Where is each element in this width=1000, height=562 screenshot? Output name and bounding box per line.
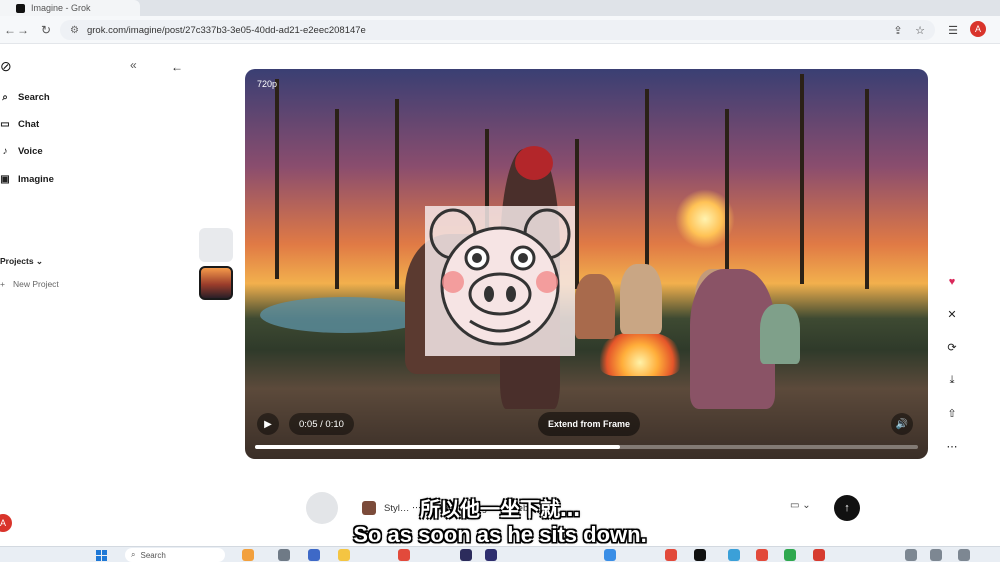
more-options-icon[interactable]: ⋯ [940, 434, 964, 458]
heart-icon[interactable]: ♥ [940, 270, 964, 294]
plus-icon: + [0, 279, 5, 289]
address-bar[interactable]: ⚙ grok.com/imagine/post/27c337b3-3e05-40… [60, 20, 935, 40]
app-icon[interactable] [728, 549, 740, 561]
forward-nav-icon[interactable]: → [13, 20, 33, 40]
extensions-icon[interactable]: ☰ [943, 20, 963, 40]
bookmark-star-icon[interactable]: ☆ [910, 20, 930, 40]
app-icon[interactable] [460, 549, 472, 561]
subtitle-english: So as soon as he sits down. [353, 522, 647, 547]
sidebar-item-chat[interactable]: ▭ Chat [0, 114, 140, 134]
resolution-badge: 720p [257, 79, 278, 89]
wifi-icon[interactable] [905, 549, 917, 561]
new-project-label: New Project [12, 279, 59, 289]
chat-icon: ▭ [0, 118, 10, 130]
palm-trunk [395, 99, 399, 289]
reload-icon[interactable]: ↻ [36, 20, 56, 40]
projects-header[interactable]: Projects ⌄ [0, 256, 43, 267]
app-icon[interactable] [278, 549, 290, 561]
palm-trunk [800, 74, 804, 284]
palm-trunk [725, 109, 729, 289]
taskbar-search[interactable]: ⌕ Search [125, 548, 225, 562]
search-icon: ⌕ [2, 91, 8, 103]
red-turban [515, 146, 553, 180]
palm-trunk [275, 79, 279, 279]
video-player[interactable]: 720p ▶ 0:05 / 0:10 Extend from Frame 🔊 [245, 69, 928, 459]
sidebar: ⊘ « ⌕ Search ▭ Chat ♪ Voice ▣ Imagine Pr… [0, 44, 155, 544]
app-icon[interactable] [665, 549, 677, 561]
tab-strip [0, 0, 1000, 16]
windows-taskbar: ⌕ Search [0, 546, 1000, 562]
seated-person [620, 264, 662, 334]
app-icon[interactable] [308, 549, 320, 561]
tab-title: Imagine - Grok [31, 3, 91, 13]
volume-icon[interactable]: 🔊 [891, 413, 913, 435]
chrome-icon[interactable] [398, 549, 410, 561]
taskbar-search-label: Search [140, 550, 166, 560]
sidebar-item-imagine[interactable]: ▣ Imagine [0, 169, 140, 189]
seated-person [760, 304, 800, 364]
time-display: 0:05 / 0:10 [289, 413, 354, 435]
sidebar-item-label: Search [18, 91, 50, 103]
tiktok-icon[interactable] [694, 549, 706, 561]
extend-from-frame-button[interactable]: Extend from Frame [538, 412, 641, 436]
share-icon[interactable]: ⇧ [940, 401, 964, 425]
grok-favicon-icon [16, 3, 25, 13]
play-button[interactable]: ▶ [257, 413, 279, 435]
folder-icon[interactable] [338, 549, 350, 561]
sidebar-item-label: Chat [18, 118, 40, 130]
palm-trunk [575, 139, 579, 289]
image-icon: ▣ [0, 173, 10, 185]
site-info-icon[interactable]: ⚙ [70, 25, 79, 36]
app-icon[interactable] [756, 549, 768, 561]
subtitle-chinese: 所以他一坐下就… [420, 497, 580, 521]
browser-tab[interactable]: Imagine - Grok [0, 0, 140, 16]
back-arrow-icon[interactable]: ← [166, 56, 188, 78]
download-icon[interactable]: ⤓ [940, 368, 964, 392]
premiere-icon[interactable] [485, 549, 497, 561]
sidebar-item-label: Imagine [18, 173, 54, 185]
collapse-sidebar-icon[interactable]: « [130, 58, 137, 72]
palm-trunk [335, 109, 339, 289]
sidebar-item-search[interactable]: ⌕ Search [0, 87, 140, 107]
video-thumbnail[interactable] [199, 228, 233, 262]
share-page-icon[interactable]: ⇪ [888, 20, 908, 40]
pig-watermark-icon [425, 206, 575, 356]
search-icon: ⌕ [131, 550, 136, 559]
volume-tray-icon[interactable] [930, 549, 942, 561]
sidebar-item-label: Voice [18, 145, 43, 157]
seated-person [575, 274, 615, 339]
app-icon[interactable] [784, 549, 796, 561]
app-icon[interactable] [242, 549, 254, 561]
app-icon[interactable] [604, 549, 616, 561]
palm-trunk [645, 89, 649, 289]
windows-start-icon[interactable] [96, 550, 107, 561]
url-text: grok.com/imagine/post/27c337b3-3e05-40dd… [86, 24, 366, 36]
browser-toolbar: ← → ↻ ⚙ grok.com/imagine/post/27c337b3-3… [0, 16, 1000, 44]
video-thumbnail-selected[interactable] [199, 266, 233, 300]
profile-avatar[interactable]: A [970, 21, 986, 37]
app-icon[interactable] [813, 549, 825, 561]
projects-label: Projects [0, 256, 34, 266]
new-project-button[interactable]: + New Project [0, 279, 59, 289]
palm-trunk [865, 89, 869, 289]
regenerate-icon[interactable]: ⟳ [940, 335, 964, 359]
battery-icon[interactable] [958, 549, 970, 561]
progress-fill [255, 445, 620, 449]
grok-logo-icon[interactable]: ⊘ [0, 58, 12, 75]
x-share-icon[interactable]: ✕ [940, 302, 964, 326]
chevron-down-icon: ⌄ [35, 256, 44, 266]
voice-icon: ♪ [2, 145, 8, 157]
sidebar-item-voice[interactable]: ♪ Voice [0, 141, 140, 161]
